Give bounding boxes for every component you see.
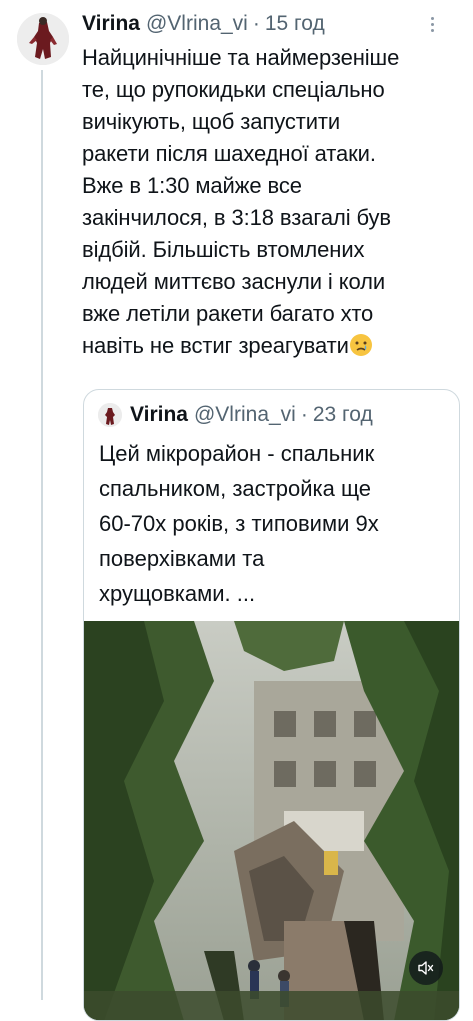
tweet-text-line: Вже в 1:30 майже все bbox=[82, 173, 302, 198]
tweet-text-line: Найцинічніше та наймерзеніше bbox=[82, 45, 400, 70]
avatar[interactable] bbox=[17, 13, 69, 65]
tweet-text-line: ракети після шахедної атаки. bbox=[82, 141, 376, 166]
speaker-muted-icon bbox=[418, 961, 434, 975]
video-thumbnail[interactable] bbox=[84, 621, 459, 1020]
tweet-header: Virina @Vlrina_vi · 15 год bbox=[82, 10, 325, 38]
author-name[interactable]: Virina bbox=[82, 12, 140, 36]
tweet-time[interactable]: 15 год bbox=[265, 12, 325, 36]
tweet-text-line: вичікують, щоб запустити bbox=[82, 109, 341, 134]
tweet-text-line-last: навіть не встиг зреагувати bbox=[82, 330, 462, 366]
tweet-text: Найцинічніше та наймерзеніше те, що рупо… bbox=[82, 42, 462, 366]
tweet-text-line: навіть не встиг зреагувати bbox=[82, 333, 349, 358]
tweet-text-line: закінчилося, в 3:18 взагалі був bbox=[82, 205, 392, 230]
mute-button[interactable] bbox=[409, 951, 443, 985]
quote-text-line: 60-70х років, з типовими 9х bbox=[99, 511, 379, 536]
video-frame-image bbox=[84, 621, 459, 1020]
quote-text-line: Цей мікрорайон - спальник bbox=[99, 441, 375, 466]
quote-avatar bbox=[98, 403, 122, 427]
quoted-tweet[interactable]: Virina @Vlrina_vi · 23 год Цей мікрорайо… bbox=[83, 389, 460, 1021]
thread-line bbox=[41, 70, 43, 1000]
tweet-text-line: людей миттєво заснули і коли bbox=[82, 269, 386, 294]
quote-text-line: хрущовками. ... bbox=[99, 581, 256, 606]
quote-separator-dot: · bbox=[300, 403, 308, 426]
quote-author-name[interactable]: Virina bbox=[130, 403, 188, 427]
tweet-text-line: те, що рупокидьки спеціально bbox=[82, 77, 385, 102]
more-dots-icon[interactable] bbox=[422, 12, 442, 36]
quote-text-line: спальником, застройка ще bbox=[99, 476, 372, 501]
quote-text: Цей мікрорайон - спальник спальником, за… bbox=[99, 436, 449, 611]
author-handle[interactable]: @Vlrina_vi bbox=[146, 12, 248, 36]
separator-dot: · bbox=[252, 12, 260, 35]
tweet-text-line: вже летіли ракети багато хто bbox=[82, 301, 374, 326]
quote-time[interactable]: 23 год bbox=[313, 403, 373, 427]
quote-header: Virina @Vlrina_vi · 23 год bbox=[98, 403, 373, 427]
tweet-text-line: відбій. Більшість втомлених bbox=[82, 237, 365, 262]
crying-face-icon bbox=[349, 333, 373, 366]
quote-text-line: поверхівками та bbox=[99, 546, 265, 571]
quote-author-handle[interactable]: @Vlrina_vi bbox=[194, 403, 296, 427]
